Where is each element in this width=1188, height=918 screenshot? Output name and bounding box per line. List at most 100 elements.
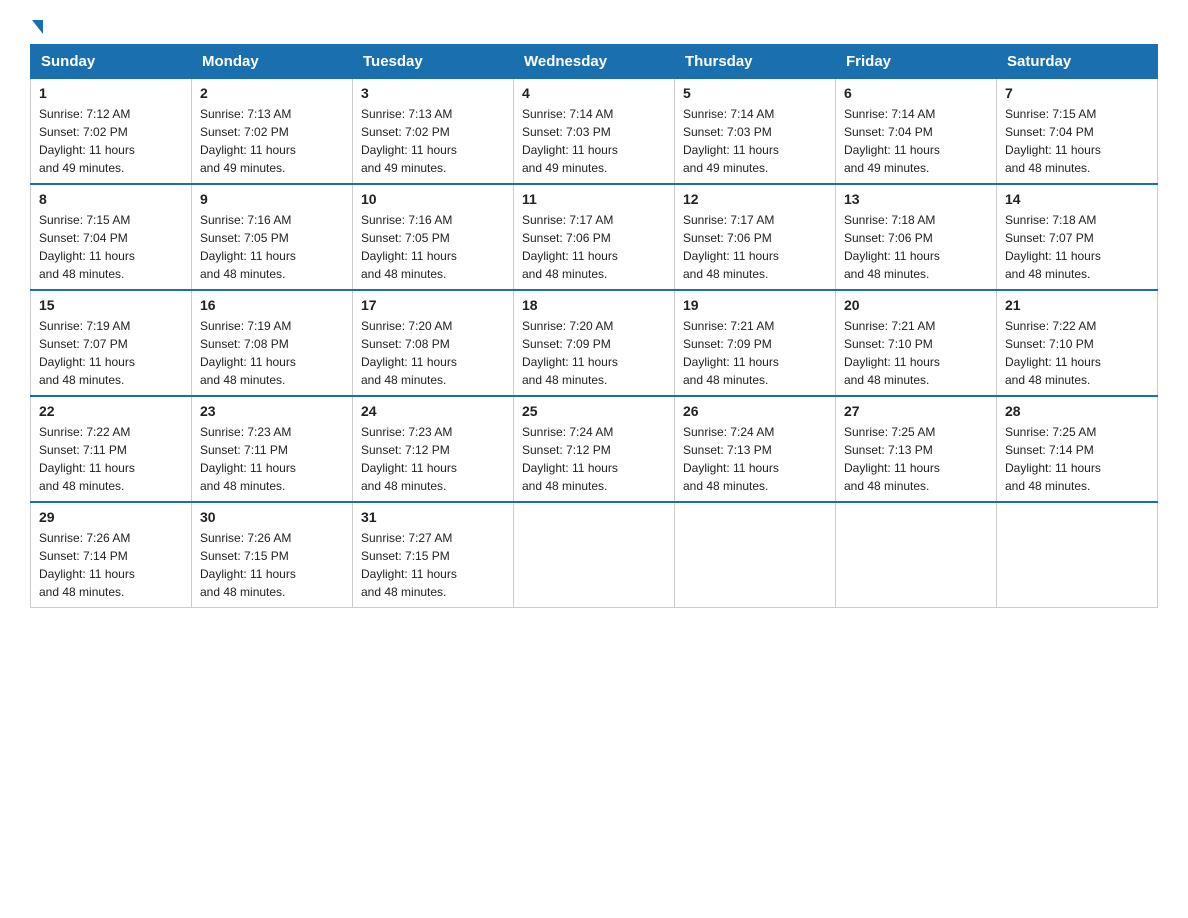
day-number: 3 xyxy=(361,85,505,101)
day-number: 13 xyxy=(844,191,988,207)
calendar-cell: 15 Sunrise: 7:19 AMSunset: 7:07 PMDaylig… xyxy=(31,290,192,396)
day-number: 15 xyxy=(39,297,183,313)
day-info: Sunrise: 7:26 AMSunset: 7:15 PMDaylight:… xyxy=(200,531,296,599)
calendar-cell: 13 Sunrise: 7:18 AMSunset: 7:06 PMDaylig… xyxy=(836,184,997,290)
calendar-cell: 23 Sunrise: 7:23 AMSunset: 7:11 PMDaylig… xyxy=(192,396,353,502)
day-number: 24 xyxy=(361,403,505,419)
calendar-cell: 1 Sunrise: 7:12 AMSunset: 7:02 PMDayligh… xyxy=(31,79,192,185)
calendar-cell: 9 Sunrise: 7:16 AMSunset: 7:05 PMDayligh… xyxy=(192,184,353,290)
page-header xyxy=(30,20,1158,34)
day-number: 14 xyxy=(1005,191,1149,207)
day-number: 8 xyxy=(39,191,183,207)
calendar-cell: 18 Sunrise: 7:20 AMSunset: 7:09 PMDaylig… xyxy=(514,290,675,396)
day-info: Sunrise: 7:23 AMSunset: 7:12 PMDaylight:… xyxy=(361,425,457,493)
day-info: Sunrise: 7:21 AMSunset: 7:10 PMDaylight:… xyxy=(844,319,940,387)
day-number: 27 xyxy=(844,403,988,419)
day-number: 17 xyxy=(361,297,505,313)
calendar-cell: 3 Sunrise: 7:13 AMSunset: 7:02 PMDayligh… xyxy=(353,79,514,185)
calendar-header-row: SundayMondayTuesdayWednesdayThursdayFrid… xyxy=(31,45,1158,79)
calendar-cell: 29 Sunrise: 7:26 AMSunset: 7:14 PMDaylig… xyxy=(31,502,192,608)
day-number: 1 xyxy=(39,85,183,101)
calendar-cell xyxy=(514,502,675,608)
calendar-cell: 8 Sunrise: 7:15 AMSunset: 7:04 PMDayligh… xyxy=(31,184,192,290)
day-number: 26 xyxy=(683,403,827,419)
day-info: Sunrise: 7:16 AMSunset: 7:05 PMDaylight:… xyxy=(200,213,296,281)
day-info: Sunrise: 7:14 AMSunset: 7:03 PMDaylight:… xyxy=(522,107,618,175)
calendar-week-row: 8 Sunrise: 7:15 AMSunset: 7:04 PMDayligh… xyxy=(31,184,1158,290)
calendar-cell: 28 Sunrise: 7:25 AMSunset: 7:14 PMDaylig… xyxy=(997,396,1158,502)
calendar-cell: 30 Sunrise: 7:26 AMSunset: 7:15 PMDaylig… xyxy=(192,502,353,608)
calendar-cell: 20 Sunrise: 7:21 AMSunset: 7:10 PMDaylig… xyxy=(836,290,997,396)
day-info: Sunrise: 7:15 AMSunset: 7:04 PMDaylight:… xyxy=(1005,107,1101,175)
day-number: 28 xyxy=(1005,403,1149,419)
day-info: Sunrise: 7:13 AMSunset: 7:02 PMDaylight:… xyxy=(200,107,296,175)
day-number: 11 xyxy=(522,191,666,207)
day-info: Sunrise: 7:24 AMSunset: 7:12 PMDaylight:… xyxy=(522,425,618,493)
day-info: Sunrise: 7:20 AMSunset: 7:09 PMDaylight:… xyxy=(522,319,618,387)
day-number: 30 xyxy=(200,509,344,525)
day-info: Sunrise: 7:12 AMSunset: 7:02 PMDaylight:… xyxy=(39,107,135,175)
calendar-cell: 22 Sunrise: 7:22 AMSunset: 7:11 PMDaylig… xyxy=(31,396,192,502)
calendar-header-monday: Monday xyxy=(192,45,353,79)
calendar-header-thursday: Thursday xyxy=(675,45,836,79)
calendar-header-friday: Friday xyxy=(836,45,997,79)
day-info: Sunrise: 7:22 AMSunset: 7:11 PMDaylight:… xyxy=(39,425,135,493)
calendar-cell: 25 Sunrise: 7:24 AMSunset: 7:12 PMDaylig… xyxy=(514,396,675,502)
day-info: Sunrise: 7:20 AMSunset: 7:08 PMDaylight:… xyxy=(361,319,457,387)
day-info: Sunrise: 7:18 AMSunset: 7:06 PMDaylight:… xyxy=(844,213,940,281)
calendar-cell: 31 Sunrise: 7:27 AMSunset: 7:15 PMDaylig… xyxy=(353,502,514,608)
logo-triangle-icon xyxy=(32,20,43,34)
day-info: Sunrise: 7:19 AMSunset: 7:07 PMDaylight:… xyxy=(39,319,135,387)
calendar-cell: 21 Sunrise: 7:22 AMSunset: 7:10 PMDaylig… xyxy=(997,290,1158,396)
calendar-header-saturday: Saturday xyxy=(997,45,1158,79)
calendar-cell xyxy=(997,502,1158,608)
day-number: 29 xyxy=(39,509,183,525)
calendar-cell: 5 Sunrise: 7:14 AMSunset: 7:03 PMDayligh… xyxy=(675,79,836,185)
day-number: 31 xyxy=(361,509,505,525)
calendar-cell: 7 Sunrise: 7:15 AMSunset: 7:04 PMDayligh… xyxy=(997,79,1158,185)
calendar-cell xyxy=(836,502,997,608)
calendar-cell: 17 Sunrise: 7:20 AMSunset: 7:08 PMDaylig… xyxy=(353,290,514,396)
calendar-table: SundayMondayTuesdayWednesdayThursdayFrid… xyxy=(30,44,1158,608)
day-number: 25 xyxy=(522,403,666,419)
calendar-cell: 24 Sunrise: 7:23 AMSunset: 7:12 PMDaylig… xyxy=(353,396,514,502)
calendar-header-tuesday: Tuesday xyxy=(353,45,514,79)
day-number: 20 xyxy=(844,297,988,313)
calendar-week-row: 15 Sunrise: 7:19 AMSunset: 7:07 PMDaylig… xyxy=(31,290,1158,396)
day-info: Sunrise: 7:21 AMSunset: 7:09 PMDaylight:… xyxy=(683,319,779,387)
logo xyxy=(30,20,43,34)
day-info: Sunrise: 7:25 AMSunset: 7:14 PMDaylight:… xyxy=(1005,425,1101,493)
calendar-cell: 16 Sunrise: 7:19 AMSunset: 7:08 PMDaylig… xyxy=(192,290,353,396)
day-number: 21 xyxy=(1005,297,1149,313)
calendar-week-row: 29 Sunrise: 7:26 AMSunset: 7:14 PMDaylig… xyxy=(31,502,1158,608)
day-info: Sunrise: 7:13 AMSunset: 7:02 PMDaylight:… xyxy=(361,107,457,175)
day-info: Sunrise: 7:18 AMSunset: 7:07 PMDaylight:… xyxy=(1005,213,1101,281)
day-info: Sunrise: 7:16 AMSunset: 7:05 PMDaylight:… xyxy=(361,213,457,281)
day-info: Sunrise: 7:25 AMSunset: 7:13 PMDaylight:… xyxy=(844,425,940,493)
day-number: 4 xyxy=(522,85,666,101)
day-number: 23 xyxy=(200,403,344,419)
calendar-cell: 4 Sunrise: 7:14 AMSunset: 7:03 PMDayligh… xyxy=(514,79,675,185)
calendar-header-sunday: Sunday xyxy=(31,45,192,79)
calendar-cell xyxy=(675,502,836,608)
day-info: Sunrise: 7:27 AMSunset: 7:15 PMDaylight:… xyxy=(361,531,457,599)
day-number: 5 xyxy=(683,85,827,101)
day-number: 10 xyxy=(361,191,505,207)
calendar-cell: 11 Sunrise: 7:17 AMSunset: 7:06 PMDaylig… xyxy=(514,184,675,290)
day-number: 12 xyxy=(683,191,827,207)
day-number: 7 xyxy=(1005,85,1149,101)
day-info: Sunrise: 7:17 AMSunset: 7:06 PMDaylight:… xyxy=(522,213,618,281)
day-number: 6 xyxy=(844,85,988,101)
calendar-cell: 6 Sunrise: 7:14 AMSunset: 7:04 PMDayligh… xyxy=(836,79,997,185)
calendar-cell: 10 Sunrise: 7:16 AMSunset: 7:05 PMDaylig… xyxy=(353,184,514,290)
day-info: Sunrise: 7:14 AMSunset: 7:03 PMDaylight:… xyxy=(683,107,779,175)
day-info: Sunrise: 7:19 AMSunset: 7:08 PMDaylight:… xyxy=(200,319,296,387)
day-info: Sunrise: 7:17 AMSunset: 7:06 PMDaylight:… xyxy=(683,213,779,281)
day-info: Sunrise: 7:15 AMSunset: 7:04 PMDaylight:… xyxy=(39,213,135,281)
calendar-week-row: 1 Sunrise: 7:12 AMSunset: 7:02 PMDayligh… xyxy=(31,79,1158,185)
calendar-header-wednesday: Wednesday xyxy=(514,45,675,79)
calendar-cell: 14 Sunrise: 7:18 AMSunset: 7:07 PMDaylig… xyxy=(997,184,1158,290)
day-number: 2 xyxy=(200,85,344,101)
day-info: Sunrise: 7:23 AMSunset: 7:11 PMDaylight:… xyxy=(200,425,296,493)
day-info: Sunrise: 7:14 AMSunset: 7:04 PMDaylight:… xyxy=(844,107,940,175)
